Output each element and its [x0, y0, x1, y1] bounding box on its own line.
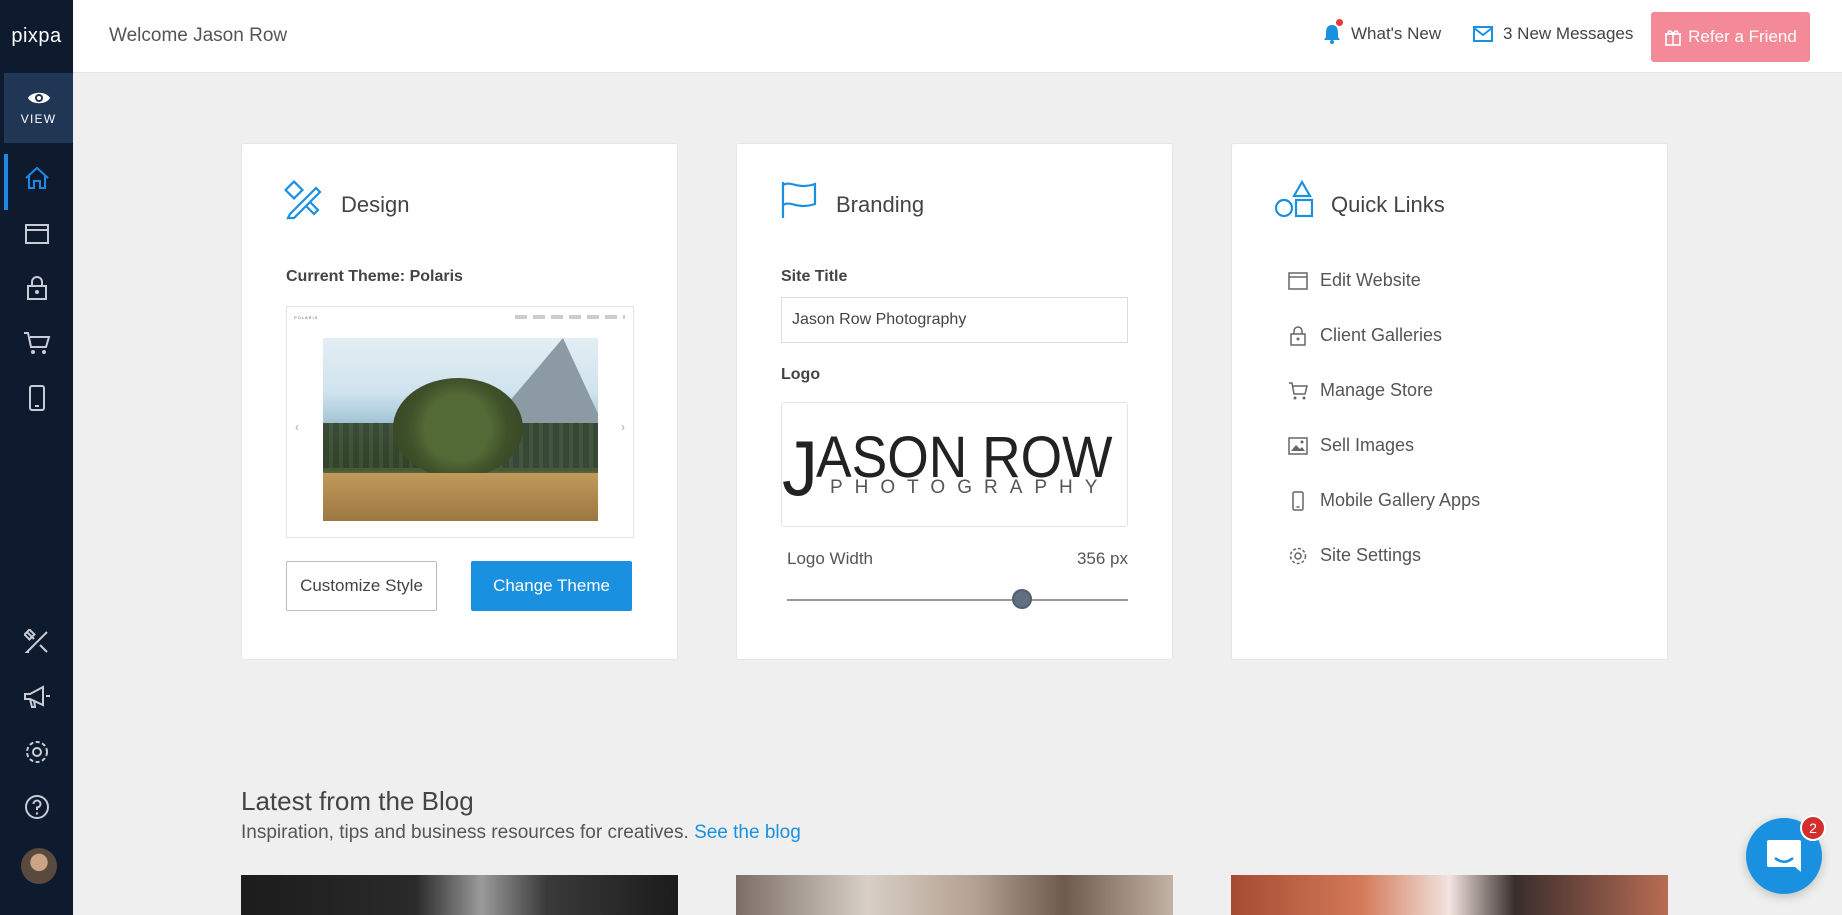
whats-new-link[interactable]: What's New — [1323, 19, 1442, 44]
chevron-right-icon: › — [621, 420, 625, 434]
quick-link-sell-images[interactable]: Sell Images — [1288, 435, 1414, 456]
home-icon — [24, 166, 49, 189]
eye-icon — [27, 92, 50, 104]
envelope-icon — [1473, 26, 1493, 42]
change-theme-button[interactable]: Change Theme — [471, 561, 632, 611]
cart-icon — [23, 332, 50, 354]
whats-new-label: What's New — [1351, 24, 1442, 43]
quick-link-edit-website[interactable]: Edit Website — [1288, 270, 1421, 291]
design-tools-icon — [284, 180, 322, 220]
logo-text-main: JASON ROW — [782, 424, 1113, 512]
messages-link[interactable]: 3 New Messages — [1473, 24, 1633, 44]
blog-title: Latest from the Blog — [241, 786, 474, 816]
chevron-left-icon: ‹ — [295, 420, 299, 434]
sidebar-item-client-galleries[interactable] — [0, 264, 73, 312]
quick-link-client-galleries[interactable]: Client Galleries — [1288, 325, 1442, 346]
view-site-button[interactable]: VIEW — [4, 73, 73, 143]
preview-brand: POLARIS — [294, 315, 319, 320]
logo-label: Logo — [781, 366, 821, 383]
logo-width-value: 356 px — [1076, 549, 1128, 568]
sidebar-item-store[interactable] — [0, 319, 73, 367]
gear-icon — [1289, 547, 1307, 564]
design-tools-icon — [23, 629, 48, 653]
avatar[interactable] — [21, 848, 57, 884]
site-title-input[interactable] — [781, 297, 1128, 343]
help-icon — [24, 795, 49, 819]
lock-icon — [26, 276, 47, 300]
quick-link-site-settings[interactable]: Site Settings — [1288, 545, 1421, 566]
top-header: Welcome Jason Row What's New 3 New Messa… — [73, 0, 1842, 73]
gear-icon — [25, 741, 48, 763]
logo-width-slider[interactable] — [787, 599, 1128, 601]
gift-icon — [1665, 30, 1682, 46]
logo-width-slider-handle[interactable] — [1012, 589, 1033, 609]
mobile-icon — [1292, 490, 1304, 511]
image-icon — [1288, 436, 1308, 455]
messages-label: 3 New Messages — [1503, 24, 1634, 43]
sidebar-item-website[interactable] — [0, 210, 73, 258]
current-theme-label: Current Theme: Polaris — [286, 268, 463, 285]
bell-icon — [1324, 25, 1340, 44]
quick-link-label: Edit Website — [1320, 270, 1421, 290]
blog-thumbnail[interactable] — [1231, 875, 1668, 915]
branding-title: Branding — [836, 192, 925, 217]
mobile-icon — [28, 385, 45, 411]
cart-icon — [1289, 381, 1308, 399]
sidebar-item-marketing[interactable] — [0, 673, 73, 721]
chat-unread-badge: 2 — [1800, 815, 1826, 841]
branding-card: Branding Site Title Logo JASON ROW PHOTO… — [736, 143, 1173, 660]
sidebar-item-settings[interactable] — [0, 728, 73, 776]
notification-dot — [1336, 19, 1343, 26]
sidebar-item-help[interactable] — [0, 783, 73, 831]
logo-text-sub: PHOTOGRAPHY — [830, 477, 1110, 498]
view-label: VIEW — [20, 112, 57, 126]
quick-link-mobile-apps[interactable]: Mobile Gallery Apps — [1288, 490, 1480, 511]
megaphone-icon — [23, 685, 50, 708]
theme-preview-photo — [323, 338, 598, 521]
quick-link-label: Manage Store — [1320, 380, 1434, 400]
theme-preview[interactable]: POLARIS ‹ › — [286, 306, 634, 538]
site-title-label: Site Title — [781, 268, 848, 285]
quick-links-title: Quick Links — [1331, 192, 1445, 217]
quick-link-label: Mobile Gallery Apps — [1320, 490, 1481, 510]
sidebar-item-design[interactable] — [0, 618, 73, 666]
sidebar: pixpa VIEW — [0, 0, 73, 915]
logo-upload-box[interactable]: JASON ROW PHOTOGRAPHY — [781, 402, 1128, 527]
welcome-text: Welcome Jason Row — [109, 25, 288, 46]
blog-subtitle: Inspiration, tips and business resources… — [241, 822, 801, 844]
design-card: Design Current Theme: Polaris POLARIS ‹ … — [241, 143, 678, 660]
blog-thumbnail[interactable] — [736, 875, 1173, 915]
pixpa-logo[interactable]: pixpa — [0, 0, 73, 73]
sidebar-item-home[interactable] — [0, 154, 73, 210]
quick-links-card: Quick Links Edit Website Client Gallerie… — [1231, 143, 1668, 660]
refer-label: Refer a Friend — [1688, 27, 1797, 46]
logo-width-label: Logo Width — [787, 549, 873, 568]
quick-link-label: Site Settings — [1320, 545, 1422, 565]
blog-thumbnail[interactable] — [241, 875, 678, 915]
design-title: Design — [341, 192, 410, 217]
quick-link-label: Sell Images — [1320, 435, 1415, 455]
sidebar-item-mobile[interactable] — [0, 374, 73, 422]
website-icon — [24, 224, 49, 244]
lock-icon — [1290, 325, 1306, 346]
browser-icon — [1288, 271, 1308, 290]
quick-link-label: Client Galleries — [1320, 325, 1443, 345]
quick-link-manage-store[interactable]: Manage Store — [1288, 380, 1433, 401]
flag-icon — [781, 182, 817, 218]
blog-subtitle-text: Inspiration, tips and business resources… — [241, 822, 689, 843]
refer-friend-button[interactable]: Refer a Friend — [1651, 12, 1810, 62]
see-blog-link[interactable]: See the blog — [694, 822, 801, 843]
customize-style-button[interactable]: Customize Style — [286, 561, 437, 611]
preview-nav — [515, 315, 625, 319]
shapes-icon — [1274, 180, 1314, 218]
chat-icon — [1767, 840, 1801, 872]
